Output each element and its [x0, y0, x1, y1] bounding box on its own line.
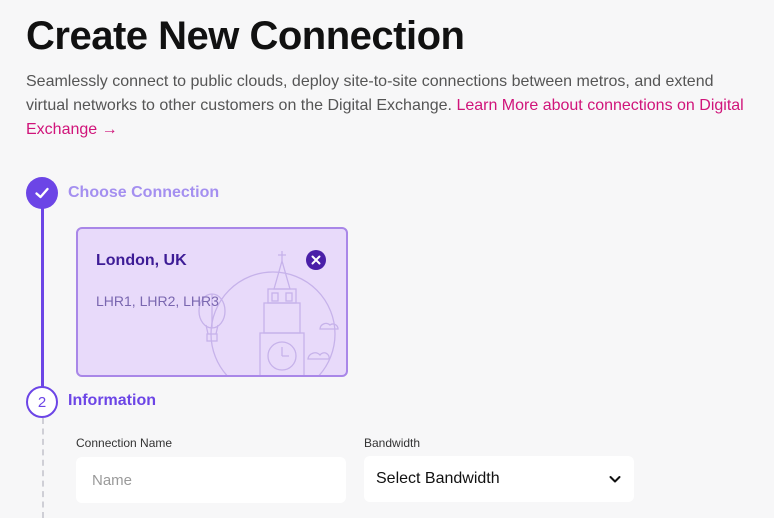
bandwidth-label: Bandwidth [364, 436, 421, 450]
stepper-line-pending [42, 418, 44, 518]
bandwidth-select[interactable]: Select Bandwidth [364, 456, 634, 502]
page-title: Create New Connection [26, 14, 465, 58]
remove-location-button[interactable] [306, 250, 326, 270]
step-2-number: 2 [26, 386, 58, 418]
connection-name-input[interactable] [76, 457, 346, 503]
step-2-title: Information [68, 392, 156, 409]
location-codes: LHR1, LHR2, LHR3 [96, 293, 219, 309]
close-icon [311, 255, 321, 265]
chevron-down-icon [609, 476, 621, 483]
location-card[interactable]: London, UK LHR1, LHR2, LHR3 [76, 227, 348, 377]
bandwidth-select-value: Select Bandwidth [376, 470, 500, 487]
step-1-check-icon [26, 177, 58, 209]
location-city: London, UK [96, 252, 187, 269]
intro-text: Seamlessly connect to public clouds, dep… [26, 70, 756, 142]
step-1-title[interactable]: Choose Connection [68, 184, 219, 202]
connection-name-label: Connection Name [76, 436, 173, 450]
stepper-line-complete [41, 206, 44, 388]
